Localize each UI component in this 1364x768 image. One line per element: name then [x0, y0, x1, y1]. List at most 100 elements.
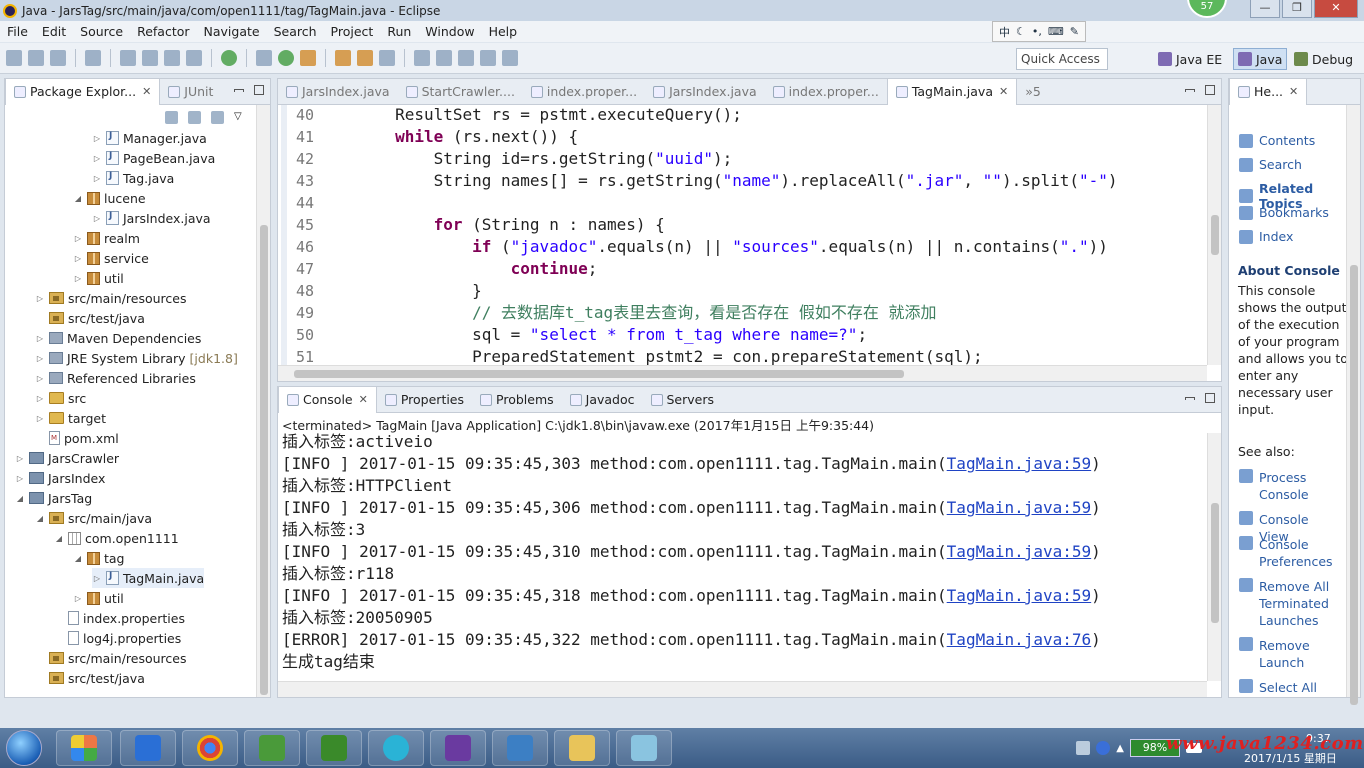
taskbar-app-6[interactable] [368, 730, 424, 766]
more-tabs-button[interactable]: »5 [1017, 79, 1049, 105]
help-scrollbar[interactable] [1346, 105, 1360, 705]
collapsed-arrow-icon[interactable]: ▷ [35, 334, 45, 343]
save-icon[interactable] [28, 50, 44, 66]
toggle-icon[interactable] [142, 50, 158, 66]
taskbar-app-8[interactable] [492, 730, 548, 766]
quick-access-input[interactable]: Quick Access [1016, 48, 1108, 70]
close-icon[interactable]: ✕ [1289, 85, 1298, 98]
taskbar-app-3[interactable] [182, 730, 238, 766]
editor-tab[interactable]: TagMain.java ✕ [886, 78, 1018, 105]
perspective-debug[interactable]: Debug [1290, 48, 1357, 70]
tree-item[interactable]: ▷ Tag.java [92, 168, 174, 188]
tab-junit[interactable]: JUnit [160, 79, 221, 105]
source-link[interactable]: TagMain.java:59 [947, 454, 1092, 473]
maximize-icon[interactable] [1205, 85, 1215, 95]
editor-tab[interactable]: JarsIndex.java [278, 79, 398, 105]
help-link-bookmarks[interactable]: Bookmarks [1239, 205, 1329, 220]
collapsed-arrow-icon[interactable]: ▷ [35, 414, 45, 423]
collapsed-arrow-icon[interactable]: ▷ [15, 454, 25, 463]
expanded-arrow-icon[interactable]: ◢ [73, 194, 83, 203]
maximize-icon[interactable] [1205, 393, 1215, 403]
taskbar-app-2[interactable] [120, 730, 176, 766]
explorer-scrollbar[interactable] [256, 105, 270, 697]
editor-tab[interactable]: index.proper... [765, 79, 887, 105]
notification-badge[interactable]: 57 [1187, 0, 1227, 18]
collapsed-arrow-icon[interactable]: ▷ [35, 294, 45, 303]
tree-item[interactable]: ▷ JarsIndex.java [92, 208, 211, 228]
see-also-link[interactable]: Select All [1239, 679, 1339, 696]
tab-javadoc[interactable]: Javadoc [562, 387, 643, 413]
maximize-button[interactable]: ❐ [1282, 0, 1312, 18]
open-task-icon[interactable] [357, 50, 373, 66]
menu-window[interactable]: Window [418, 24, 481, 39]
collapse-all-icon[interactable] [165, 111, 178, 124]
tab-package-explorer[interactable]: Package Explor... ✕ [5, 78, 161, 105]
collapsed-arrow-icon[interactable]: ▷ [35, 394, 45, 403]
menu-run[interactable]: Run [380, 24, 418, 39]
search-icon[interactable] [379, 50, 395, 66]
help-tray-icon[interactable] [1096, 741, 1111, 755]
menu-file[interactable]: File [0, 24, 35, 39]
menu-help[interactable]: Help [482, 24, 525, 39]
skip-breakpoints-icon[interactable] [120, 50, 136, 66]
taskbar-app-4[interactable] [244, 730, 300, 766]
menu-navigate[interactable]: Navigate [197, 24, 267, 39]
see-also-link[interactable]: Process Console [1239, 469, 1339, 503]
forward-icon[interactable] [502, 50, 518, 66]
close-icon[interactable]: ✕ [999, 85, 1008, 98]
source-link[interactable]: TagMain.java:59 [947, 542, 1092, 561]
tree-item[interactable]: ▷ target [35, 408, 106, 428]
tab-problems[interactable]: Problems [472, 387, 562, 413]
save-all-icon[interactable] [50, 50, 66, 66]
tree-item[interactable]: ◢ com.open1111 [54, 528, 179, 548]
perspective-java[interactable]: Java [1233, 48, 1288, 70]
menu-refactor[interactable]: Refactor [130, 24, 196, 39]
tree-item[interactable]: ◢ lucene [73, 188, 146, 208]
tree-item[interactable]: log4j.properties [54, 628, 181, 648]
tree-item[interactable]: src/test/java [35, 308, 145, 328]
minimize-button[interactable]: — [1250, 0, 1280, 18]
console-output[interactable]: 插入标签:activeio [INFO ] 2017-01-15 09:35:45… [278, 433, 1207, 681]
ime-punct-icon[interactable]: •, [1032, 25, 1042, 38]
expanded-arrow-icon[interactable]: ◢ [73, 554, 83, 563]
new-icon[interactable] [6, 50, 22, 66]
collapsed-arrow-icon[interactable]: ▷ [92, 154, 102, 163]
menu-search[interactable]: Search [267, 24, 324, 39]
refresh-icon[interactable] [221, 50, 237, 66]
tab-help[interactable]: He... ✕ [1229, 78, 1308, 105]
expanded-arrow-icon[interactable]: ◢ [54, 534, 64, 543]
tree-item[interactable]: ▷ Referenced Libraries [35, 368, 196, 388]
minimize-icon[interactable] [1185, 89, 1195, 92]
view-menu-icon[interactable]: ▽ [234, 111, 242, 124]
tree-item[interactable]: ▷ util [73, 588, 124, 608]
tree-item[interactable]: ▷ TagMain.java [92, 568, 205, 588]
external-tools-icon[interactable] [300, 50, 316, 66]
see-also-link[interactable]: Remove All Terminated Launches [1239, 578, 1339, 629]
tree-item[interactable]: ▷ service [73, 248, 149, 268]
tree-item[interactable]: ▷ util [73, 268, 124, 288]
maximize-icon[interactable] [254, 85, 264, 95]
expanded-arrow-icon[interactable]: ◢ [35, 514, 45, 523]
taskbar-app-5[interactable] [306, 730, 362, 766]
debug-icon[interactable] [256, 50, 272, 66]
editor-tab[interactable]: index.proper... [523, 79, 645, 105]
tree-item[interactable]: ◢ JarsTag [15, 488, 92, 508]
back-icon[interactable] [480, 50, 496, 66]
collapsed-arrow-icon[interactable]: ▷ [15, 474, 25, 483]
close-button[interactable]: ✕ [1314, 0, 1358, 18]
console-vertical-scrollbar[interactable] [1207, 433, 1221, 681]
menu-project[interactable]: Project [324, 24, 381, 39]
menu-source[interactable]: Source [73, 24, 130, 39]
focus-icon[interactable] [211, 111, 224, 124]
print-icon[interactable] [85, 50, 101, 66]
editor-vertical-scrollbar[interactable] [1207, 105, 1221, 365]
editor-tab[interactable]: StartCrawler.... [398, 79, 523, 105]
minimize-icon[interactable] [234, 89, 244, 92]
menu-edit[interactable]: Edit [35, 24, 73, 39]
tab-properties[interactable]: Properties [377, 387, 472, 413]
taskbar-app-10[interactable] [616, 730, 672, 766]
last-edit-icon[interactable] [458, 50, 474, 66]
resume-icon[interactable] [164, 50, 180, 66]
tray-icon[interactable] [1076, 741, 1091, 755]
editor-horizontal-scrollbar[interactable] [278, 365, 1207, 381]
